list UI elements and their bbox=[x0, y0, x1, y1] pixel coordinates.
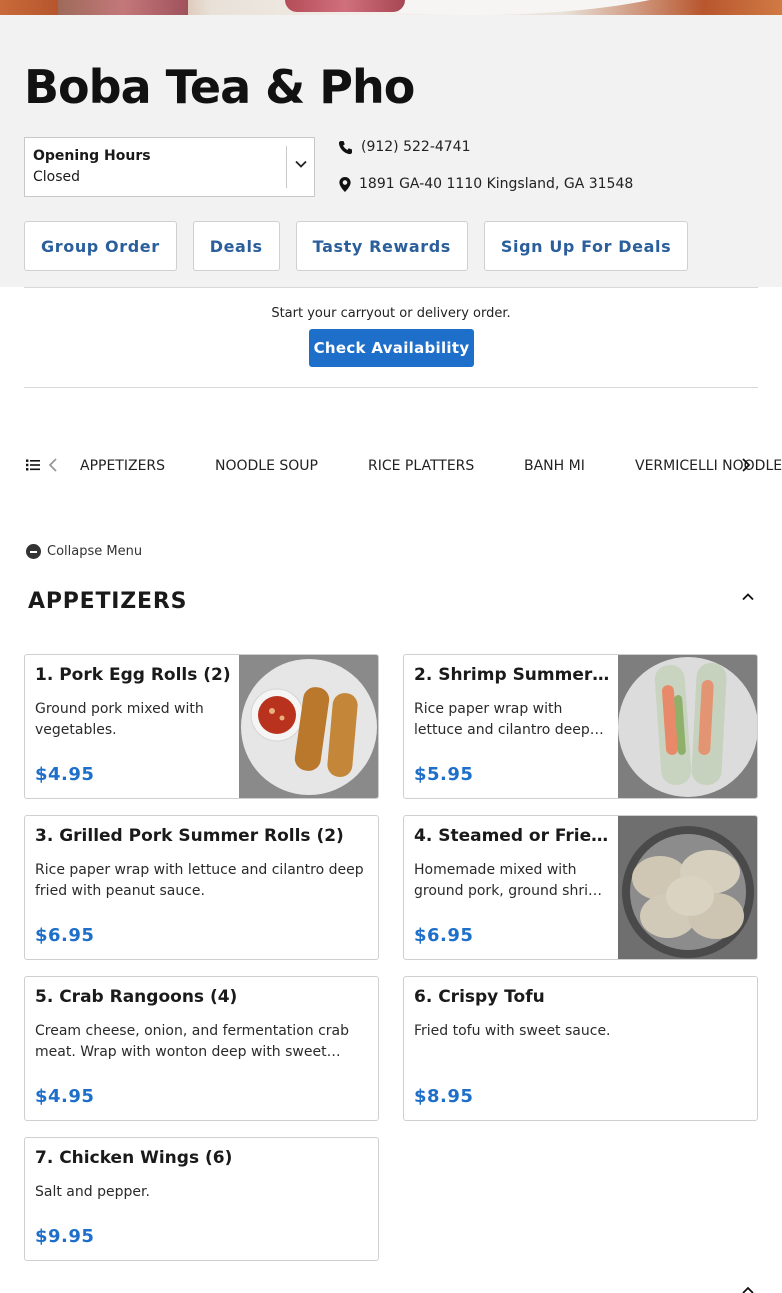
chevron-up-icon[interactable] bbox=[740, 1285, 756, 1293]
check-availability-button[interactable]: Check Availability bbox=[309, 329, 474, 367]
item-name: 1. Pork Egg Rolls (2) bbox=[35, 665, 231, 685]
tab-rice-platters[interactable]: RICE PLATTERS bbox=[368, 458, 474, 474]
item-description: Fried tofu with sweet sauce. bbox=[414, 1023, 611, 1039]
menu-item-card[interactable]: 3. Grilled Pork Summer Rolls (2) Rice pa… bbox=[24, 815, 379, 960]
restaurant-name: Boba Tea & Pho bbox=[24, 60, 415, 114]
item-price: $6.95 bbox=[414, 925, 474, 946]
chevron-left-icon[interactable] bbox=[48, 458, 58, 472]
item-price: $9.95 bbox=[35, 1226, 95, 1247]
category-nav: APPETIZERS NOODLE SOUP RICE PLATTERS BAN… bbox=[0, 450, 782, 482]
chevron-down-icon bbox=[295, 160, 307, 168]
group-order-button[interactable]: Group Order bbox=[24, 221, 177, 271]
list-icon[interactable] bbox=[26, 458, 40, 472]
phone-icon bbox=[338, 140, 353, 154]
tab-vermicelli-noodle[interactable]: VERMICELLI NOODLE bbox=[635, 458, 782, 474]
divider bbox=[24, 387, 758, 388]
item-description: Rice paper wrap with lettuce and cilantr… bbox=[414, 701, 590, 738]
phone-number: (912) 522-4741 bbox=[361, 139, 471, 155]
item-description: Ground pork mixed with vegetables. bbox=[35, 701, 204, 738]
item-price: $4.95 bbox=[35, 1086, 95, 1107]
divider bbox=[24, 287, 758, 288]
tab-appetizers[interactable]: APPETIZERS bbox=[80, 458, 165, 474]
action-buttons: Group Order Deals Tasty Rewards Sign Up … bbox=[24, 221, 689, 271]
dumplings-photo bbox=[618, 816, 757, 959]
map-pin-icon bbox=[339, 176, 351, 192]
item-price: $4.95 bbox=[35, 764, 95, 785]
tasty-rewards-button[interactable]: Tasty Rewards bbox=[295, 221, 468, 271]
address-link[interactable]: 1891 GA-40 1110 Kingsland, GA 31548 bbox=[338, 176, 633, 192]
tab-banh-mi[interactable]: BANH MI bbox=[524, 458, 585, 474]
menu-item-card[interactable]: 1. Pork Egg Rolls (2) Ground pork mixed … bbox=[24, 654, 379, 799]
item-price: $6.95 bbox=[35, 925, 95, 946]
phone-link[interactable]: (912) 522-4741 bbox=[338, 139, 471, 155]
item-name: 5. Crab Rangoons (4) bbox=[35, 987, 238, 1007]
section-title: APPETIZERS bbox=[28, 589, 188, 614]
item-name: 3. Grilled Pork Summer Rolls (2) bbox=[35, 826, 344, 846]
item-description: Salt and pepper. bbox=[35, 1184, 150, 1200]
hero-image bbox=[0, 0, 782, 15]
availability-prompt: Start your carryout or delivery order. bbox=[271, 306, 511, 321]
hours-label: Opening Hours bbox=[33, 148, 151, 164]
minus-circle-icon bbox=[26, 544, 41, 559]
item-name: 6. Crispy Tofu bbox=[414, 987, 545, 1007]
sign-up-for-deals-button[interactable]: Sign Up For Deals bbox=[483, 221, 689, 271]
menu-item-card[interactable]: 7. Chicken Wings (6) Salt and pepper. $9… bbox=[24, 1137, 379, 1261]
hours-status: Closed bbox=[33, 169, 81, 185]
opening-hours-dropdown[interactable]: Opening Hours Closed bbox=[24, 137, 315, 197]
item-description: Homemade mixed with ground pork, ground … bbox=[414, 862, 611, 899]
chevron-up-icon[interactable] bbox=[740, 589, 756, 605]
item-price: $8.95 bbox=[414, 1086, 474, 1107]
menu-item-card[interactable]: 2. Shrimp Summer Rolls (2) Rice paper wr… bbox=[403, 654, 758, 799]
menu-item-card[interactable]: 6. Crispy Tofu Fried tofu with sweet sau… bbox=[403, 976, 758, 1121]
collapse-menu-label: Collapse Menu bbox=[47, 544, 143, 559]
item-name: 7. Chicken Wings (6) bbox=[35, 1148, 233, 1168]
item-description: Cream cheese, onion, and fermentation cr… bbox=[35, 1023, 349, 1060]
restaurant-header: Boba Tea & Pho Opening Hours Closed (912… bbox=[0, 15, 782, 287]
address-text: 1891 GA-40 1110 Kingsland, GA 31548 bbox=[359, 176, 634, 192]
item-name: 4. Steamed or Fried Dumplings bbox=[414, 826, 614, 846]
chevron-right-icon[interactable] bbox=[741, 458, 751, 472]
collapse-menu-button[interactable]: Collapse Menu bbox=[26, 544, 142, 559]
menu-item-card[interactable]: 5. Crab Rangoons (4) Cream cheese, onion… bbox=[24, 976, 379, 1121]
egg-rolls-photo bbox=[239, 655, 378, 798]
item-description: Rice paper wrap with lettuce and cilantr… bbox=[35, 862, 364, 899]
item-price: $5.95 bbox=[414, 764, 474, 785]
deals-button[interactable]: Deals bbox=[192, 221, 280, 271]
tab-noodle-soup[interactable]: NOODLE SOUP bbox=[215, 458, 318, 474]
menu-item-card[interactable]: 4. Steamed or Fried Dumplings Homemade m… bbox=[403, 815, 758, 960]
item-name: 2. Shrimp Summer Rolls (2) bbox=[414, 665, 614, 685]
summer-rolls-photo bbox=[618, 655, 757, 798]
